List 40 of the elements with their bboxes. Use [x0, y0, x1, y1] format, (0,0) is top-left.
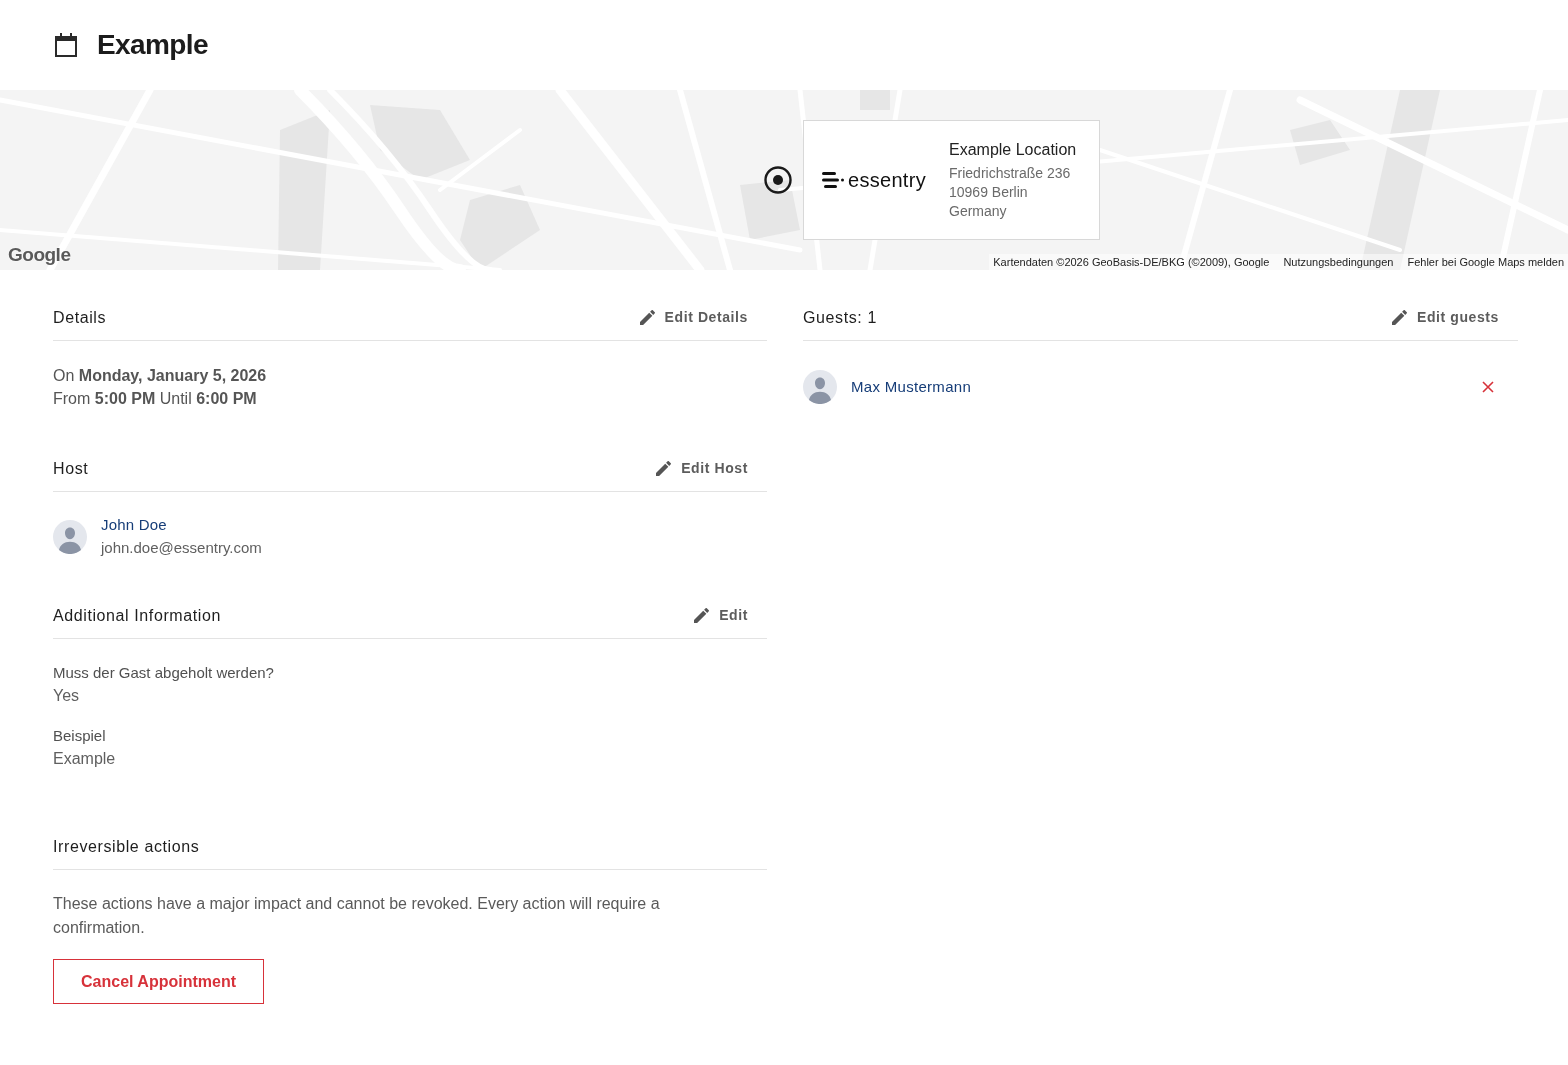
field-value: Example [53, 749, 117, 769]
section-title: Additional Information [53, 605, 221, 626]
person-name[interactable]: John Doe [101, 514, 262, 536]
page-title: Example [97, 28, 208, 62]
edit-button[interactable]: Edit [688, 601, 754, 630]
warning-text: These actions have a major impact and cannot be revoked. Every action will require a confirmation. [53, 894, 661, 938]
map-link[interactable]: Fehler bei Google Maps melden [1407, 255, 1564, 269]
address-line: Friedrichstraße 236 [949, 164, 1072, 183]
target-marker-icon [764, 166, 792, 194]
person-email: john.doe@essentry.com [101, 538, 262, 558]
pencil-icon [1391, 310, 1407, 325]
address-line: 10969 Berlin [949, 183, 1029, 202]
map-logo: Google [8, 244, 71, 266]
map-link[interactable]: Nutzungsbedingungen [1283, 255, 1394, 269]
close-icon [1482, 381, 1494, 393]
section-title: Guests: 1 [803, 307, 877, 328]
logo-wordmark: essentry [848, 168, 926, 192]
cancel-appointment-button[interactable]: Cancel Appointment [53, 959, 264, 1004]
avatar-icon [53, 520, 87, 554]
location-name: Example Location [949, 140, 1077, 160]
date-time-text: From 5:00 PM Until 6:00 PM [53, 389, 258, 409]
section-title: Host [53, 458, 89, 479]
section-title: Irreversible actions [53, 836, 200, 857]
section-title: Details [53, 307, 107, 328]
avatar-icon [803, 370, 837, 404]
logo-bars-icon [822, 172, 844, 188]
address-line: Germany [949, 202, 1008, 221]
edit-button[interactable]: Edit Host [650, 454, 754, 483]
date-time-text: On Monday, January 5, 2026 [53, 366, 268, 386]
field-value: Yes [53, 686, 81, 706]
pencil-icon [639, 310, 655, 325]
field-label: Muss der Gast abgeholt werden? [53, 663, 275, 683]
edit-button[interactable]: Edit Details [633, 303, 754, 332]
map-attribution: Kartendaten ©2026 GeoBasis-DE/BKG (©2009), Google [993, 255, 1270, 269]
pencil-icon [656, 461, 672, 476]
calendar-icon [55, 33, 77, 57]
field-label: Beispiel [53, 726, 107, 746]
edit-button[interactable]: Edit guests [1385, 303, 1505, 332]
guest-name[interactable]: Max Mustermann [851, 375, 972, 399]
pencil-icon [694, 608, 710, 623]
